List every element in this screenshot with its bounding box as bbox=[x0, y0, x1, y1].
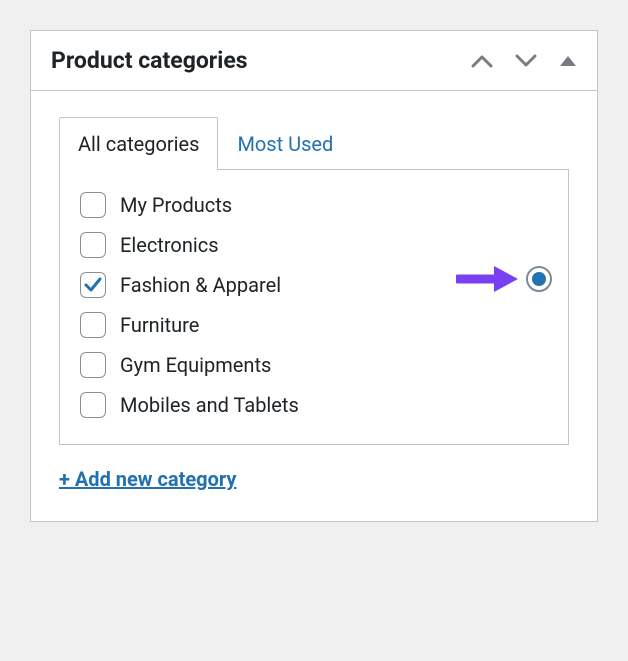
chevron-down-icon bbox=[515, 54, 537, 68]
category-item: Furniture bbox=[80, 312, 548, 338]
add-new-category-link[interactable]: + Add new category bbox=[59, 467, 236, 491]
panel-header-controls bbox=[471, 54, 577, 68]
category-checkbox[interactable] bbox=[80, 392, 106, 418]
chevron-up-icon bbox=[471, 54, 493, 68]
move-down-button[interactable] bbox=[515, 54, 537, 68]
triangle-up-icon bbox=[559, 55, 577, 67]
panel-header: Product categories bbox=[31, 31, 597, 91]
move-up-button[interactable] bbox=[471, 54, 493, 68]
category-label: Gym Equipments bbox=[120, 353, 271, 377]
category-item: Gym Equipments bbox=[80, 352, 548, 378]
tab-most-used[interactable]: Most Used bbox=[218, 117, 352, 170]
category-label: Fashion & Apparel bbox=[120, 273, 281, 297]
panel-title: Product categories bbox=[51, 47, 248, 74]
tab-all-categories[interactable]: All categories bbox=[59, 117, 218, 170]
arrow-right-icon bbox=[456, 264, 520, 294]
check-icon bbox=[84, 277, 102, 293]
annotation-pointer bbox=[456, 264, 552, 294]
category-checklist-panel: My Products Electronics Fashion & Appare… bbox=[59, 169, 569, 445]
category-checkbox[interactable] bbox=[80, 232, 106, 258]
category-item: Mobiles and Tablets bbox=[80, 392, 548, 418]
category-label: My Products bbox=[120, 193, 232, 217]
category-checkbox[interactable] bbox=[80, 312, 106, 338]
category-label: Furniture bbox=[120, 313, 199, 337]
category-label: Electronics bbox=[120, 233, 219, 257]
category-item: Electronics bbox=[80, 232, 548, 258]
add-new-category: + Add new category bbox=[59, 467, 569, 491]
category-list: My Products Electronics Fashion & Appare… bbox=[80, 192, 548, 418]
category-label: Mobiles and Tablets bbox=[120, 393, 299, 417]
category-item: My Products bbox=[80, 192, 548, 218]
collapse-toggle-button[interactable] bbox=[559, 55, 577, 67]
panel-body: All categories Most Used My Products bbox=[31, 91, 597, 521]
category-checkbox[interactable] bbox=[80, 272, 106, 298]
category-checkbox[interactable] bbox=[80, 192, 106, 218]
primary-category-radio[interactable] bbox=[526, 266, 552, 292]
product-categories-panel: Product categories All categories Most U… bbox=[30, 30, 598, 522]
category-tabs: All categories Most Used My Products bbox=[59, 117, 569, 445]
category-checkbox[interactable] bbox=[80, 352, 106, 378]
